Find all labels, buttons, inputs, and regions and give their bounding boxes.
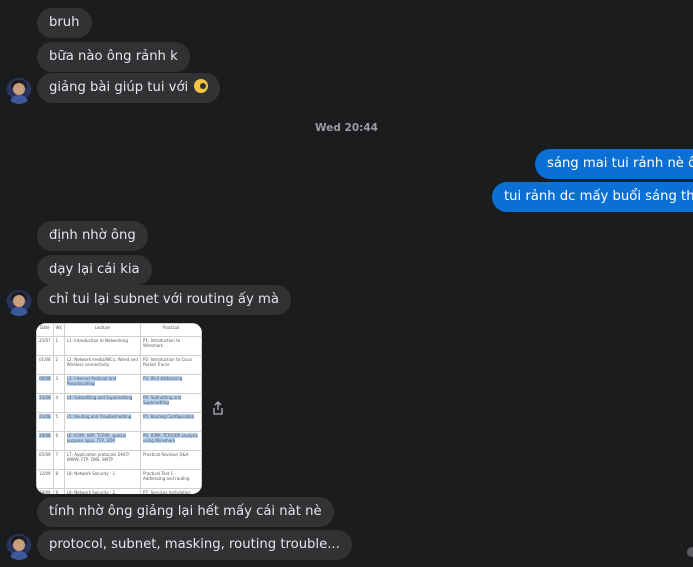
message-bubble[interactable]: chỉ tui lại subnet với routing ấy mà [37, 285, 291, 315]
table-cell-practical: P1: Introduction to Wireshark [140, 336, 202, 356]
message-bubble[interactable]: bữa nào ông rảnh k [37, 42, 190, 72]
table-cell-lecture: L1: Introduction to Networking [63, 336, 142, 356]
message-bubble-outgoing[interactable]: sáng mai tui rảnh nè ô [535, 149, 693, 179]
message-text: dạy lại cái kia [49, 262, 140, 277]
table-cell-lecture: L3: Internet Protocol and Pseudocoding [63, 374, 142, 394]
message-text: bruh [49, 15, 80, 30]
laughing-emoji-icon [194, 79, 209, 93]
table-cell-wk: 5 [52, 412, 65, 432]
table-cell-practical: Practical Test 1 - Addressing and routin… [140, 469, 202, 489]
image-attachment[interactable]: Date Wk Lecture Practical 25/07 1 L1: Intr… [36, 323, 202, 494]
table-cell-wk: 7 [52, 450, 65, 470]
highlight: 29/08 [39, 433, 51, 438]
table-cell-wk: 8 [52, 469, 65, 489]
message-text: sáng mai tui rảnh nè ô [547, 156, 693, 171]
share-icon[interactable] [211, 401, 225, 415]
seen-indicator-avatar [687, 547, 693, 557]
message-text: bữa nào ông rảnh k [49, 49, 178, 64]
highlight: P6: ICMP, TCP/UDP analysis using Wiresha… [143, 433, 198, 443]
table-cell-wk: 6 [52, 431, 65, 451]
message-bubble[interactable]: tính nhờ ông giảng lại hết mấy cái nàt n… [37, 497, 334, 527]
highlight: 22/08 [39, 414, 51, 419]
table-cell-lecture: L8: Network Security - 1 [63, 469, 142, 489]
table-cell-lecture: L6: ICMP, ARP, TCP/IP, special purpose a… [63, 431, 142, 451]
table-header: Practical [140, 323, 202, 337]
table-cell-date: 22/08 [36, 412, 54, 432]
table-header: Wk [52, 323, 65, 337]
user-avatar[interactable] [6, 534, 32, 560]
table-cell-wk: 1 [52, 336, 65, 356]
message-bubble[interactable]: protocol, subnet, masking, routing troub… [37, 530, 352, 560]
table-cell-practical: P2: Introduction to Cisco Packet Tracer [140, 355, 202, 375]
table-cell-wk: 4 [52, 393, 65, 413]
user-avatar[interactable] [6, 78, 32, 104]
table-cell-wk: 2 [52, 355, 65, 375]
table-row: 05/09 7 L7: Application protocols DHCP, WW… [36, 450, 202, 470]
highlight: 15/08 [39, 395, 51, 400]
table-cell-date: 19/09 [36, 488, 54, 494]
table-cell-lecture: L9: Network Security - 2 [63, 488, 142, 494]
table-header: Date [36, 323, 54, 337]
highlight: 08/08 [39, 376, 51, 381]
table-cell-date: 08/08 [36, 374, 54, 394]
table-row: 19/09 9 L9: Network Security - 2 P7: Servic… [36, 488, 202, 494]
table-cell-wk: 3 [52, 374, 65, 394]
message-bubble[interactable]: bruh [37, 8, 92, 38]
highlight: P3: IPv4 Addressing [143, 376, 183, 381]
schedule-table: Date Wk Lecture Practical 25/07 1 L1: Intr… [36, 323, 202, 494]
table-cell-date: 29/08 [36, 431, 54, 451]
table-cell-lecture: L5: Routing and Troubleshooting [63, 412, 142, 432]
table-header: Lecture [63, 323, 142, 337]
highlight: P5: Routing Configuration [143, 414, 195, 419]
message-bubble[interactable]: dạy lại cái kia [37, 255, 152, 285]
table-cell-practical: P3: IPv4 Addressing [140, 374, 202, 394]
message-text: tui rảnh dc mấy buổi sáng thui [504, 189, 693, 204]
table-cell-wk: 9 [52, 488, 65, 494]
table-cell-practical: P4: Subnetting and Supernetting [140, 393, 202, 413]
highlight: L5: Routing and Troubleshooting [66, 414, 132, 419]
table-row: 15/08 4 L4: Subnetting and Supernetting P4:… [36, 393, 202, 413]
table-cell-practical: P6: ICMP, TCP/UDP analysis using Wiresha… [140, 431, 202, 451]
message-bubble[interactable]: định nhờ ông [37, 221, 148, 251]
highlight: P4: Subnetting and Supernetting [143, 395, 182, 405]
table-cell-practical: P7: Services Installation and Analysis [140, 488, 202, 494]
table-row: 22/08 5 L5: Routing and Troubleshooting P5:… [36, 412, 202, 432]
table-cell-date: 05/09 [36, 450, 54, 470]
highlight: L4: Subnetting and Supernetting [66, 395, 133, 400]
timestamp-divider: Wed 20:44 [315, 122, 378, 134]
table-row: 08/08 3 L3: Internet Protocol and Pseudoco… [36, 374, 202, 394]
table-cell-date: 12/09 [36, 469, 54, 489]
table-row: 25/07 1 L1: Introduction to Networking P1: … [36, 336, 202, 356]
table-cell-date: 25/07 [36, 336, 54, 356]
table-cell-lecture: L4: Subnetting and Supernetting [63, 393, 142, 413]
message-text: protocol, subnet, masking, routing troub… [49, 537, 340, 552]
table-cell-date: 01/08 [36, 355, 54, 375]
highlight: L3: Internet Protocol and Pseudocoding [66, 376, 117, 386]
table-row: 01/08 2 L2: Network media/NICs, Wired and … [36, 355, 202, 375]
message-text: chỉ tui lại subnet với routing ấy mà [49, 292, 279, 307]
table-row: 29/08 6 L6: ICMP, ARP, TCP/IP, special pur… [36, 431, 202, 451]
table-cell-practical: Practical Revision Q&A [140, 450, 202, 470]
message-bubble-outgoing[interactable]: tui rảnh dc mấy buổi sáng thui [492, 182, 693, 212]
message-text: giảng bài giúp tui với [49, 80, 189, 95]
table-cell-practical: P5: Routing Configuration [140, 412, 202, 432]
table-cell-lecture: L2: Network media/NICs, Wired and Wirele… [63, 355, 142, 375]
table-cell-date: 15/08 [36, 393, 54, 413]
user-avatar[interactable] [6, 290, 32, 316]
highlight: L6: ICMP, ARP, TCP/IP, special purpose a… [66, 433, 126, 443]
message-text: định nhờ ông [49, 228, 136, 243]
table-row: 12/09 8 L8: Network Security - 1 Practical … [36, 469, 202, 489]
table-cell-lecture: L7: Application protocols DHCP, WWW, FTP… [63, 450, 142, 470]
table-header-row: Date Wk Lecture Practical [36, 323, 202, 337]
message-bubble[interactable]: giảng bài giúp tui với [37, 73, 221, 103]
message-text: tính nhờ ông giảng lại hết mấy cái nàt n… [49, 504, 322, 519]
